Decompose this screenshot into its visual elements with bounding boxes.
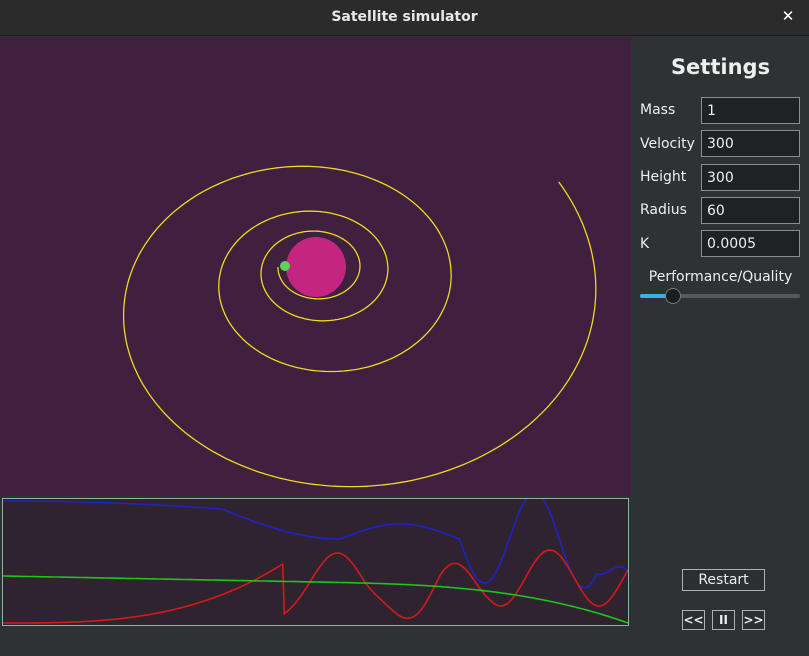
performance-quality-label: Performance/Quality: [648, 269, 793, 285]
pause-button[interactable]: II: [712, 610, 735, 630]
k-label: K: [640, 236, 650, 252]
height-input[interactable]: [701, 164, 800, 191]
graph-series-green: [3, 575, 628, 624]
fast-forward-button[interactable]: >>: [742, 610, 765, 630]
velocity-input[interactable]: [701, 130, 800, 157]
velocity-label: Velocity: [640, 136, 695, 152]
radius-input[interactable]: [701, 197, 800, 224]
performance-quality-slider[interactable]: [640, 288, 800, 304]
settings-title: Settings: [670, 55, 771, 79]
slider-handle[interactable]: [665, 288, 681, 304]
height-label: Height: [640, 169, 687, 185]
planet: [286, 237, 346, 297]
settings-sidebar: Settings Mass Velocity Height Radius K P…: [632, 37, 809, 656]
restart-button[interactable]: Restart: [682, 569, 765, 591]
simulation-svg: [122, 165, 597, 488]
rewind-button[interactable]: <<: [682, 610, 705, 630]
mass-input[interactable]: [701, 97, 800, 124]
k-input[interactable]: [701, 230, 800, 257]
graph-panel: [2, 498, 629, 626]
satellite-trajectory: [122, 165, 597, 488]
simulation-canvas[interactable]: [0, 37, 631, 496]
mass-label: Mass: [640, 102, 676, 118]
title-bar: Satellite simulator ✕: [0, 0, 809, 36]
close-icon[interactable]: ✕: [779, 7, 797, 27]
graph-series-red: [3, 549, 628, 624]
satellite: [280, 261, 290, 271]
radius-label: Radius: [640, 202, 687, 218]
graph-svg: [3, 499, 628, 624]
window-title: Satellite simulator: [331, 9, 478, 25]
